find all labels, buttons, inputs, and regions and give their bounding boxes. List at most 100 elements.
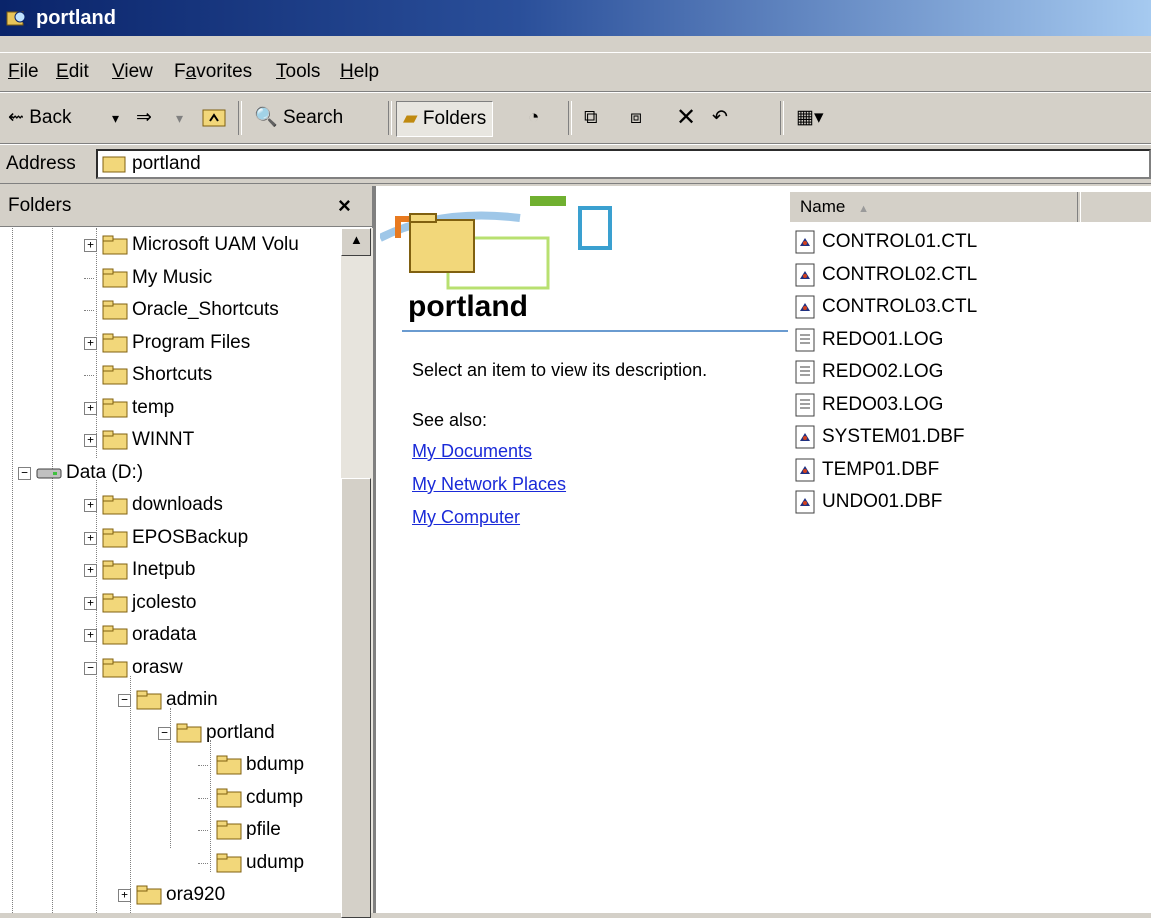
- forward-arrow-icon[interactable]: ⇒: [136, 103, 152, 133]
- folder-tree: + Microsoft UAM Volu My Music Oracle_Shortc…: [0, 228, 340, 913]
- file-list-header: Name ▲: [790, 192, 1151, 222]
- folder-icon: [216, 820, 242, 840]
- menu-help[interactable]: Help: [340, 59, 379, 85]
- tree-item-label: Program Files: [132, 331, 251, 353]
- expand-icon[interactable]: +: [84, 564, 97, 577]
- folder-icon: [102, 333, 128, 352]
- folder-icon: [102, 560, 128, 580]
- link-my-network-places[interactable]: My Network Places: [412, 474, 566, 495]
- tree-item-label: Inetpub: [132, 559, 196, 580]
- folders-button[interactable]: ▰ Folders: [396, 101, 494, 137]
- expand-icon[interactable]: +: [84, 401, 97, 415]
- collapse-icon[interactable]: −: [84, 661, 97, 675]
- window-title: portland: [36, 7, 116, 29]
- folder-icon: [136, 885, 162, 905]
- expand-icon[interactable]: +: [84, 629, 97, 642]
- expand-icon[interactable]: +: [118, 889, 131, 902]
- menu-favorites[interactable]: Favorites: [174, 59, 252, 85]
- link-my-documents[interactable]: My Documents: [412, 441, 532, 462]
- tree-guide-line: [130, 676, 131, 913]
- tree-item-label: Data (D:): [66, 461, 144, 483]
- back-dropdown-icon[interactable]: ▾: [112, 103, 119, 133]
- forward-dropdown-icon[interactable]: ▾: [176, 103, 183, 133]
- text-file-icon: [795, 328, 815, 351]
- tree-item-label: My Music: [132, 266, 213, 288]
- folder-icon: [136, 690, 162, 710]
- search-icon: 🔍: [254, 107, 278, 128]
- column-header-name[interactable]: Name ▲: [790, 192, 1078, 222]
- tree-item-label: udump: [246, 851, 305, 873]
- move-to-icon[interactable]: ⧉: [584, 103, 598, 133]
- folder-icon: [102, 300, 128, 320]
- system-file-icon: [795, 458, 815, 481]
- scroll-up-button[interactable]: ▲: [341, 228, 371, 256]
- copy-to-icon[interactable]: ⧈: [630, 103, 642, 133]
- folders-pane-header: Folders ×: [0, 186, 372, 227]
- see-also-label: See also:: [412, 410, 488, 430]
- up-folder-icon[interactable]: [202, 106, 226, 128]
- text-file-icon: [795, 393, 815, 416]
- expand-icon[interactable]: +: [84, 336, 97, 350]
- folders-icon: ▰: [403, 108, 418, 129]
- folder-icon: [102, 430, 128, 450]
- menu-tools[interactable]: Tools: [276, 59, 320, 85]
- search-button[interactable]: 🔍 Search: [254, 103, 343, 133]
- tree-item-label: admin: [166, 689, 218, 710]
- folder-icon: [102, 593, 128, 612]
- folder-icon: [102, 365, 128, 385]
- address-input[interactable]: portland: [96, 149, 1151, 179]
- collapse-icon[interactable]: −: [18, 466, 31, 480]
- link-my-computer[interactable]: My Computer: [412, 507, 520, 528]
- undo-icon[interactable]: ↶: [712, 103, 728, 133]
- folder-icon: [102, 625, 128, 645]
- tree-item-label: pfile: [246, 819, 281, 840]
- tree-guide-line: [198, 830, 208, 831]
- views-icon[interactable]: ▦▾: [796, 103, 824, 133]
- tree-item-label: oradata: [132, 624, 197, 645]
- back-button[interactable]: ⇜ Back: [8, 103, 71, 133]
- menu-edit[interactable]: Edit: [56, 59, 89, 85]
- expand-icon[interactable]: +: [84, 434, 97, 447]
- address-bar: Address portland: [0, 144, 1151, 184]
- history-icon[interactable]: ◔: [528, 103, 539, 133]
- expand-icon[interactable]: +: [84, 531, 97, 545]
- file-name: CONTROL01.CTL: [822, 231, 978, 252]
- tree-item-label: ora920: [166, 884, 226, 905]
- tree-item-label: downloads: [132, 494, 223, 515]
- expand-icon[interactable]: +: [84, 239, 97, 252]
- close-icon[interactable]: ×: [338, 186, 351, 226]
- tree-item-label: Shortcuts: [132, 364, 213, 385]
- collapse-icon[interactable]: −: [158, 726, 171, 740]
- tree-guide-line: [210, 740, 211, 872]
- tree-guide-line: [198, 797, 208, 799]
- title-bar[interactable]: portland: [0, 0, 1151, 36]
- system-file-icon: [795, 230, 815, 254]
- expand-icon[interactable]: +: [84, 499, 97, 512]
- folder-icon: [102, 398, 128, 417]
- expand-icon[interactable]: +: [84, 596, 97, 610]
- menu-file[interactable]: File: [8, 59, 39, 85]
- folder-title: portland: [408, 290, 528, 323]
- drive-icon: [36, 468, 62, 478]
- file-name: REDO03.LOG: [822, 393, 944, 415]
- sort-ascending-icon: ▲: [858, 203, 869, 215]
- tree-scrollbar[interactable]: ▲: [340, 228, 373, 918]
- menu-view[interactable]: View: [112, 59, 153, 85]
- text-file-icon: [795, 360, 815, 384]
- scroll-thumb[interactable]: [341, 478, 371, 918]
- title-underline: [402, 330, 788, 332]
- folder-banner-graphic: [380, 196, 612, 290]
- toolbar-separator: [780, 101, 784, 135]
- folder-icon: [102, 268, 128, 287]
- tree-item-label: orasw: [132, 656, 183, 678]
- delete-icon[interactable]: ✕: [676, 103, 696, 133]
- file-name: TEMP01.DBF: [822, 458, 940, 480]
- column-header-next[interactable]: [1080, 192, 1151, 222]
- collapse-icon[interactable]: −: [118, 694, 131, 707]
- folder-icon: [216, 788, 242, 807]
- scroll-up-arrow-icon: ▲: [350, 232, 363, 247]
- folder-icon: [102, 528, 128, 547]
- tree-item-label: Oracle_Shortcuts: [132, 299, 279, 320]
- tree-guide-line: [84, 375, 94, 376]
- tree-guide-line: [96, 480, 97, 913]
